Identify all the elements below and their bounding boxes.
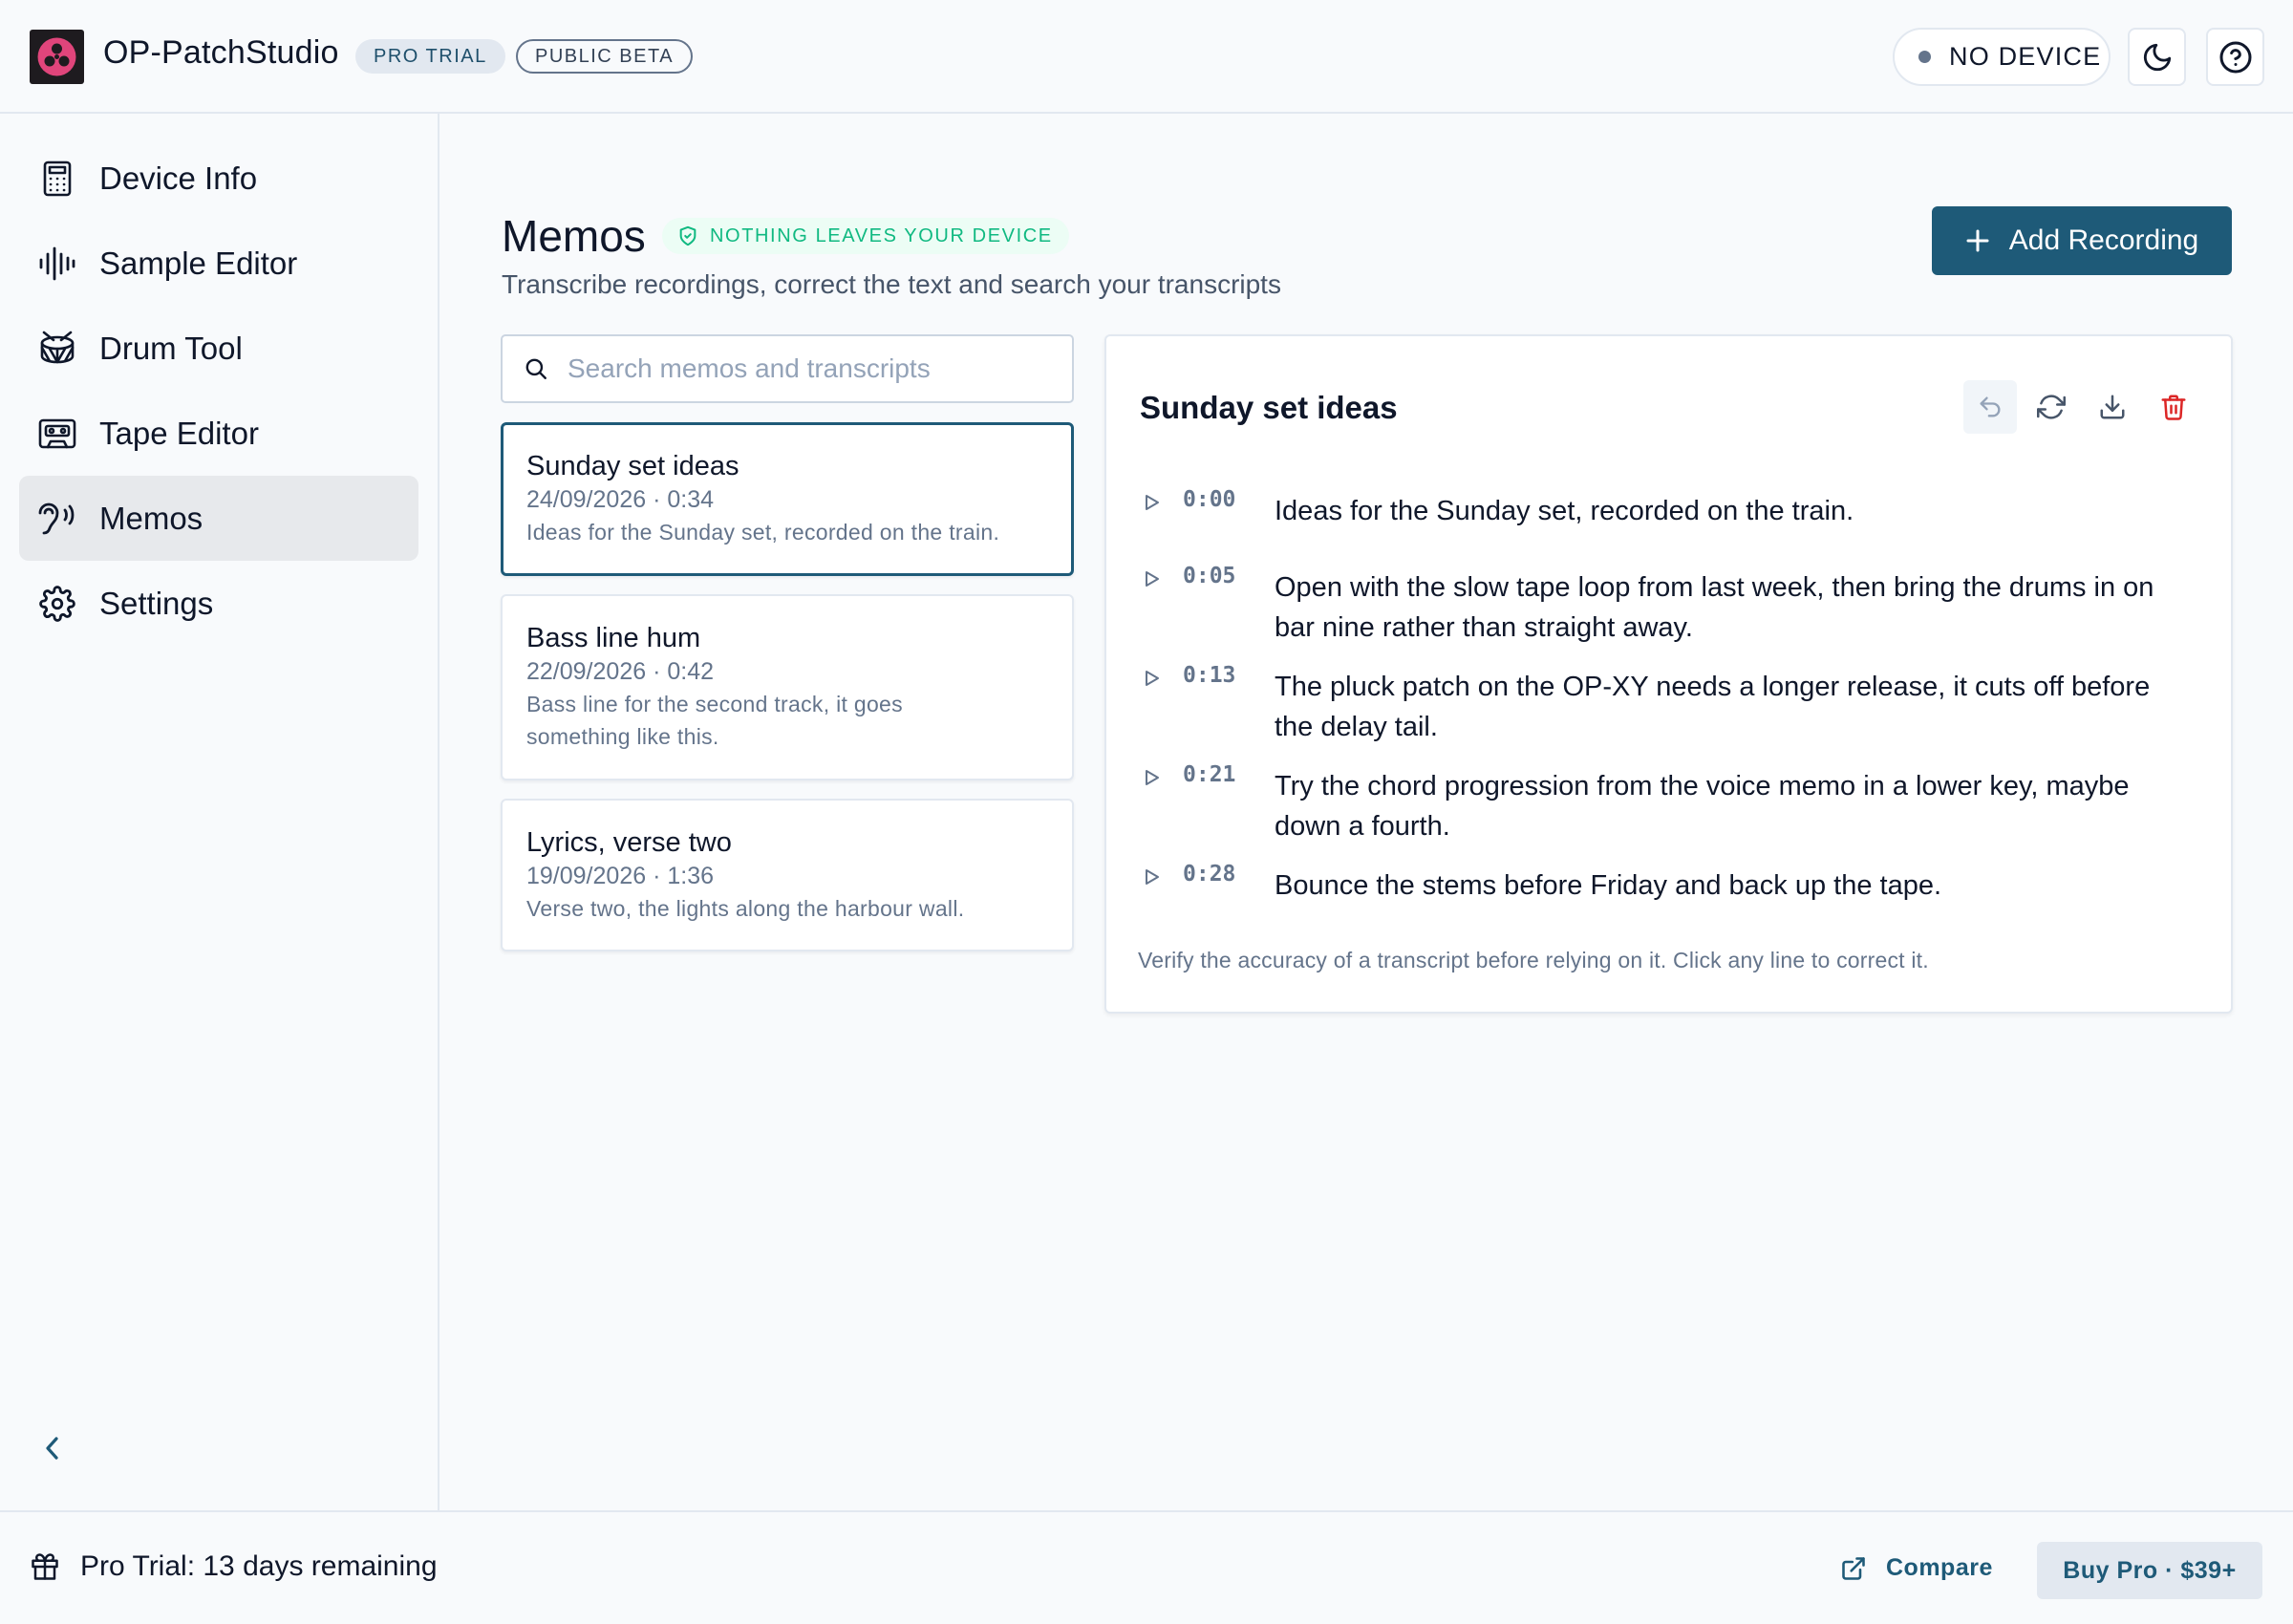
memo-card[interactable]: Bass line hum 22/09/2026 · 0:42 Bass lin… xyxy=(501,594,1074,780)
memo-snippet: Ideas for the Sunday set, recorded on th… xyxy=(526,520,1000,545)
memo-meta: 24/09/2026 · 0:34 xyxy=(526,486,714,513)
top-bar: OP-PatchStudio PRO TRIAL PUBLIC BETA NO … xyxy=(0,0,2293,114)
line-text[interactable]: Ideas for the Sunday set, recorded on th… xyxy=(1275,491,2173,531)
plus-icon xyxy=(1965,228,1990,253)
line-text[interactable]: Try the chord progression from the voice… xyxy=(1275,766,2173,846)
sidebar-item-label: Device Info xyxy=(99,160,258,196)
compare-link[interactable]: Compare xyxy=(1840,1554,1993,1582)
help-icon xyxy=(2218,40,2253,75)
theme-toggle-button[interactable] xyxy=(2128,28,2186,86)
play-icon[interactable] xyxy=(1143,492,1162,513)
transcript-title: Sunday set ideas xyxy=(1140,390,1398,425)
search-box[interactable] xyxy=(501,334,1074,403)
sidebar-item-label: Memos xyxy=(99,500,204,536)
pro-trial-badge: PRO TRIAL xyxy=(355,39,505,74)
retranscribe-button[interactable] xyxy=(2025,380,2078,434)
line-timestamp: 0:00 xyxy=(1183,487,1236,512)
drum-icon xyxy=(38,330,76,368)
add-recording-label: Add Recording xyxy=(2008,224,2199,256)
buy-pro-button[interactable]: Buy Pro · $39+ xyxy=(2037,1542,2262,1599)
ear-icon xyxy=(38,500,76,538)
download-button[interactable] xyxy=(2086,380,2139,434)
privacy-badge-label: NOTHING LEAVES YOUR DEVICE xyxy=(710,224,1053,246)
undo-icon xyxy=(1977,394,2004,420)
search-icon xyxy=(524,356,548,381)
play-icon[interactable] xyxy=(1143,568,1162,589)
sidebar-item-label: Sample Editor xyxy=(99,245,298,281)
line-text[interactable]: Open with the slow tape loop from last w… xyxy=(1275,567,2173,648)
delete-button[interactable] xyxy=(2147,380,2200,434)
sidebar-item-drum-tool[interactable]: Drum Tool xyxy=(19,306,418,391)
transcript-panel: Sunday set ideas 0:00 Ideas for the Sund… xyxy=(1104,334,2233,1014)
external-link-icon xyxy=(1840,1555,1867,1582)
privacy-badge: NOTHING LEAVES YOUR DEVICE xyxy=(662,218,1069,254)
refresh-icon xyxy=(2037,393,2066,421)
transcript-disclaimer: Verify the accuracy of a transcript befo… xyxy=(1138,948,1929,972)
memo-meta: 19/09/2026 · 1:36 xyxy=(526,863,714,889)
footer-bar: Pro Trial: 13 days remaining Compare Buy… xyxy=(0,1510,2293,1624)
sidebar-item-tape-editor[interactable]: Tape Editor xyxy=(19,391,418,476)
memo-snippet: Bass line for the second track, it goes … xyxy=(526,692,903,749)
search-input[interactable] xyxy=(568,353,1064,384)
download-icon xyxy=(2098,393,2127,421)
trash-icon xyxy=(2159,393,2188,421)
shield-check-icon xyxy=(677,224,698,247)
line-timestamp: 0:13 xyxy=(1183,663,1236,688)
memo-meta: 22/09/2026 · 0:42 xyxy=(526,658,714,685)
device-status-dot xyxy=(1918,51,1931,63)
line-text[interactable]: The pluck patch on the OP-XY needs a lon… xyxy=(1275,667,2173,747)
memo-card[interactable]: Lyrics, verse two 19/09/2026 · 1:36 Vers… xyxy=(501,799,1074,951)
device-status-button[interactable]: NO DEVICE xyxy=(1893,28,2111,86)
trial-status: Pro Trial: 13 days remaining xyxy=(31,1550,438,1583)
gear-icon xyxy=(38,585,76,623)
sidebar: Device Info Sample Editor Drum Tool Tape… xyxy=(0,114,439,1510)
collapse-sidebar-button[interactable] xyxy=(36,1432,69,1464)
sidebar-item-device-info[interactable]: Device Info xyxy=(19,136,418,221)
logo-icon xyxy=(30,30,84,84)
sidebar-item-settings[interactable]: Settings xyxy=(19,561,418,646)
moon-icon xyxy=(2141,41,2174,74)
page-subtitle: Transcribe recordings, correct the text … xyxy=(502,269,1281,299)
cassette-icon xyxy=(38,415,76,453)
play-icon[interactable] xyxy=(1143,668,1162,689)
gift-icon xyxy=(31,1552,59,1581)
app-title: OP-PatchStudio xyxy=(103,34,339,71)
undo-button[interactable] xyxy=(1963,380,2017,434)
public-beta-badge: PUBLIC BETA xyxy=(516,39,694,74)
waveform-icon xyxy=(38,245,76,283)
memo-title: Sunday set ideas xyxy=(526,451,739,481)
sidebar-item-sample-editor[interactable]: Sample Editor xyxy=(19,221,418,306)
help-button[interactable] xyxy=(2206,28,2264,86)
play-icon[interactable] xyxy=(1143,767,1162,788)
line-timestamp: 0:28 xyxy=(1183,862,1236,887)
sidebar-item-label: Tape Editor xyxy=(99,415,259,451)
device-status-label: NO DEVICE xyxy=(1949,42,2102,71)
line-timestamp: 0:05 xyxy=(1183,564,1236,588)
sidebar-item-memos[interactable]: Memos xyxy=(19,476,418,561)
sidebar-item-label: Drum Tool xyxy=(99,330,243,366)
calculator-icon xyxy=(38,160,76,198)
memo-title: Bass line hum xyxy=(526,623,701,653)
memo-card[interactable]: Sunday set ideas 24/09/2026 · 0:34 Ideas… xyxy=(501,422,1074,576)
memo-snippet: Verse two, the lights along the harbour … xyxy=(526,896,965,921)
memo-title: Lyrics, verse two xyxy=(526,827,732,858)
play-icon[interactable] xyxy=(1143,866,1162,887)
add-recording-button[interactable]: Add Recording xyxy=(1932,206,2232,275)
compare-label: Compare xyxy=(1886,1554,1993,1581)
chevron-left-icon xyxy=(42,1434,63,1463)
sidebar-item-label: Settings xyxy=(99,585,214,621)
trial-remaining-text: Pro Trial: 13 days remaining xyxy=(80,1550,438,1582)
page-title: Memos xyxy=(502,211,646,261)
line-text[interactable]: Bounce the stems before Friday and back … xyxy=(1275,865,2173,906)
line-timestamp: 0:21 xyxy=(1183,762,1236,787)
